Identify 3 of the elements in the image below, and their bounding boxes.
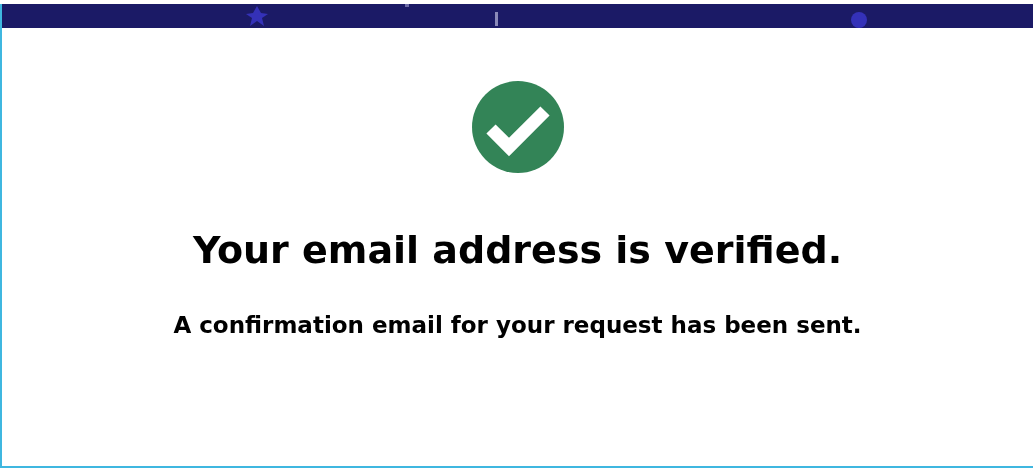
check-circle-icon <box>471 81 564 173</box>
confirmation-message: A confirmation email for your request has been sent. <box>173 311 862 340</box>
page-title: Your email address is verified. <box>192 227 843 274</box>
